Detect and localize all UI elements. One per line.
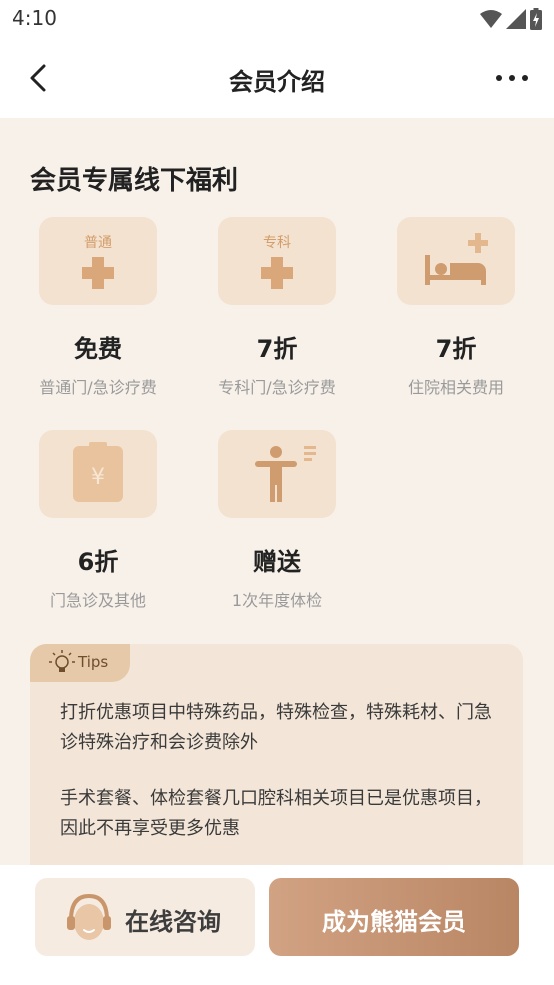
- general-clinic-cross-icon: 普通: [82, 235, 114, 289]
- benefit-value: 7折: [256, 335, 298, 363]
- benefit-desc: 门急诊及其他: [49, 591, 146, 610]
- more-button[interactable]: [494, 68, 530, 88]
- benefit-specialist-clinic[interactable]: 专科 7折 专科门/急诊疗费: [187, 217, 367, 398]
- signal-icon: [506, 9, 526, 29]
- hospital-bed-icon: [425, 233, 488, 285]
- tips-paragraph: 打折优惠项目中特殊药品，特殊检查，特殊耗材、门急诊特殊治疗和会诊费除外: [60, 702, 492, 753]
- status-bar: 4:10: [0, 0, 554, 38]
- benefit-icon-box: 专科: [218, 217, 336, 305]
- nav-bar: 会员介绍: [0, 38, 554, 118]
- svg-text:专科: 专科: [263, 235, 291, 251]
- benefit-desc: 普通门/急诊疗费: [39, 378, 157, 397]
- benefit-icon-box: [397, 217, 515, 305]
- wifi-icon: [480, 10, 502, 28]
- benefit-desc: 1次年度体检: [231, 591, 323, 610]
- benefit-annual-checkup[interactable]: 赠送 1次年度体检: [187, 430, 367, 611]
- page-title: 会员介绍: [229, 68, 325, 96]
- more-dots-icon: [496, 75, 528, 81]
- yuan-voucher-icon: ¥: [73, 442, 123, 502]
- tips-badge-label: Tips: [78, 653, 109, 671]
- benefit-icon-box: [218, 430, 336, 518]
- specialist-clinic-cross-icon: 专科: [261, 235, 293, 289]
- benefit-value: 6折: [77, 548, 119, 576]
- become-member-button[interactable]: 成为熊猫会员: [269, 878, 519, 956]
- benefit-desc: 住院相关费用: [407, 378, 504, 397]
- tips-badge: Tips: [30, 644, 130, 682]
- tips-box: Tips 打折优惠项目中特殊药品，特殊检查，特殊耗材、门急诊特殊治疗和会诊费除外…: [30, 644, 523, 865]
- benefit-outpatient-other[interactable]: ¥ 6折 门急诊及其他: [8, 430, 188, 611]
- body-checkup-icon: [255, 446, 316, 502]
- tips-paragraph: 手术套餐、体检套餐几口腔科相关项目已是优惠项目，因此不再享受更多优惠: [60, 788, 492, 839]
- benefit-value: 7折: [435, 335, 477, 363]
- benefit-value: 赠送: [253, 548, 301, 576]
- bottom-action-bar: 在线咨询 成为熊猫会员: [0, 865, 554, 985]
- benefit-icon-box: 普通: [39, 217, 157, 305]
- customer-service-headset-icon: [67, 893, 111, 940]
- status-time: 4:10: [12, 6, 57, 30]
- benefit-desc: 专科门/急诊疗费: [218, 378, 336, 397]
- become-member-label: 成为熊猫会员: [322, 908, 466, 936]
- status-icons: [480, 8, 542, 30]
- benefit-value: 免费: [74, 335, 122, 363]
- benefit-hospitalization[interactable]: 7折 住院相关费用: [366, 217, 546, 398]
- benefit-icon-box: ¥: [39, 430, 157, 518]
- benefits-content: 会员专属线下福利 普通 免费 普通门/急诊疗费 专科 7折 专科门/急诊疗费 7…: [0, 118, 554, 865]
- section-title: 会员专属线下福利: [30, 166, 239, 196]
- svg-text:普通: 普通: [84, 235, 112, 251]
- battery-charging-icon: [530, 8, 542, 30]
- benefit-general-clinic[interactable]: 普通 免费 普通门/急诊疗费: [8, 217, 188, 398]
- svg-text:¥: ¥: [91, 465, 105, 490]
- online-consult-label: 在线咨询: [125, 908, 221, 936]
- online-consult-button[interactable]: 在线咨询: [35, 878, 255, 956]
